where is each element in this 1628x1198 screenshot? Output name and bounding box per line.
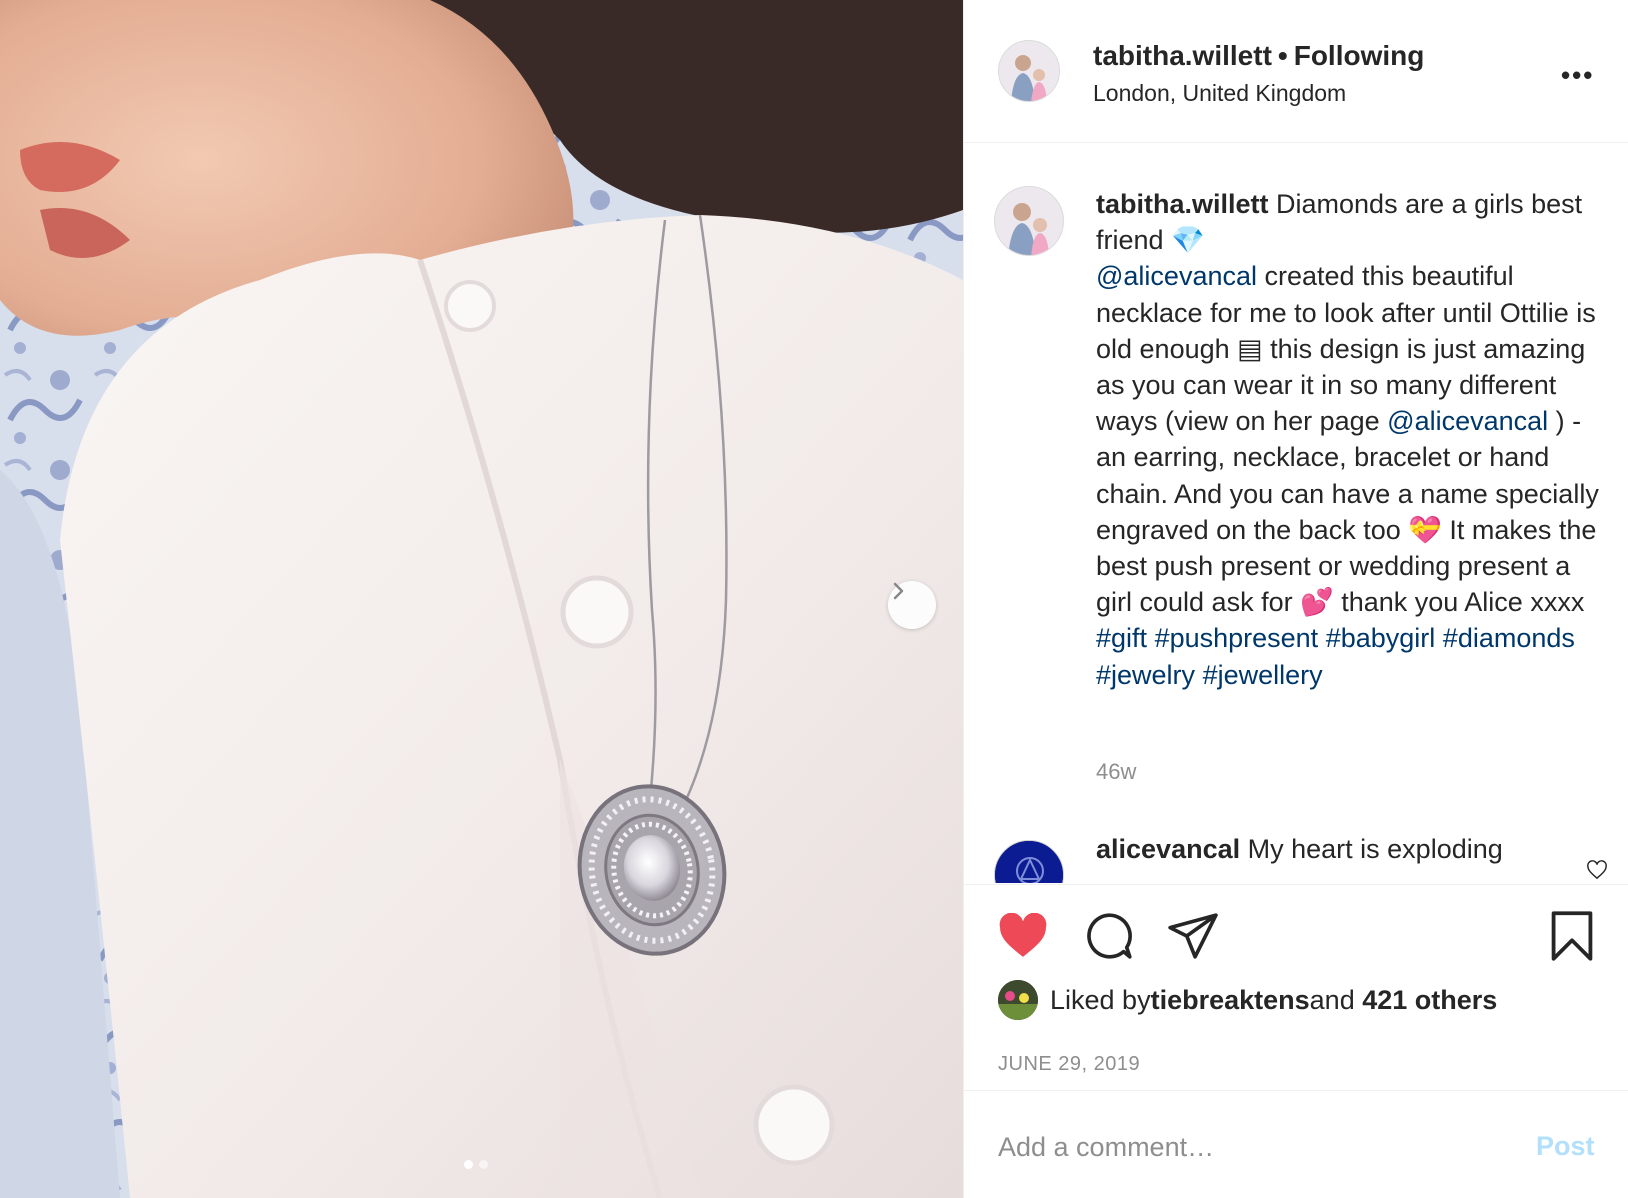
caption-author-avatar[interactable]: [994, 186, 1064, 256]
hashtag-link[interactable]: #diamonds: [1443, 623, 1575, 653]
post-location[interactable]: London, United Kingdom: [1093, 80, 1346, 107]
carousel-dot-active: [464, 1160, 473, 1169]
post-comment-button[interactable]: Post: [1536, 1131, 1595, 1162]
commenter-username[interactable]: alicevancal: [1096, 834, 1240, 864]
next-slide-button[interactable]: [888, 581, 936, 629]
add-comment-bar: Post: [964, 1090, 1628, 1198]
caption-text: ) - an earring, necklace, bracelet or ha…: [1096, 406, 1599, 618]
emoji-glyph: ▤: [1237, 333, 1263, 364]
author-avatar[interactable]: [998, 40, 1060, 102]
separator-bullet: •: [1277, 40, 1288, 71]
hashtag-link[interactable]: #gift: [1096, 623, 1147, 653]
avatar-image: [995, 841, 1063, 883]
avatar-image: [999, 41, 1059, 101]
liker-avatar[interactable]: [998, 980, 1038, 1020]
caption-username[interactable]: tabitha.willett: [1096, 189, 1269, 219]
chevron-right-icon: [893, 582, 904, 600]
post-date[interactable]: JUNE 29, 2019: [998, 1053, 1140, 1076]
post-photo[interactable]: [0, 0, 963, 1198]
baby-necklace-image: [0, 0, 963, 1198]
comment-body: My heart is exploding: [1240, 834, 1503, 864]
hashtag-link[interactable]: #jewellery: [1203, 660, 1323, 690]
post-header: tabitha.willett • Following London, United…: [964, 0, 1628, 143]
likes-middle: and: [1309, 984, 1355, 1015]
hashtag-link[interactable]: #pushpresent: [1155, 623, 1319, 653]
carousel-dot: [479, 1160, 488, 1169]
comment-text: alicevancal My heart is exploding: [1096, 834, 1503, 865]
comment-row: alicevancal My heart is exploding: [964, 828, 1628, 883]
mention-link[interactable]: @alicevancal: [1096, 261, 1257, 291]
comment-like-icon[interactable]: [1586, 860, 1608, 880]
hashtag-link[interactable]: #babygirl: [1326, 623, 1436, 653]
likes-summary: Liked by tiebreaktens and 421 others: [998, 980, 1497, 1020]
comment-icon[interactable]: [1084, 911, 1134, 961]
author-line: tabitha.willett • Following: [1093, 40, 1424, 72]
carousel-dots: [464, 1160, 488, 1169]
bookmark-icon[interactable]: [1550, 910, 1594, 962]
comments-section[interactable]: tabitha.willett Diamonds are a girls bes…: [964, 144, 1628, 883]
post-details-panel: tabitha.willett • Following London, United…: [963, 0, 1628, 1198]
more-options-icon[interactable]: •••: [1561, 60, 1594, 91]
comment-input[interactable]: [998, 1127, 1498, 1167]
liker-username[interactable]: tiebreaktens: [1151, 985, 1310, 1016]
caption-time-ago[interactable]: 46w: [1096, 759, 1136, 785]
avatar-image: [998, 980, 1038, 1020]
author-username[interactable]: tabitha.willett: [1093, 40, 1272, 71]
share-icon[interactable]: [1168, 913, 1218, 959]
likes-prefix: Liked by: [1050, 984, 1151, 1015]
post-actions: Liked by tiebreaktens and 421 others JUN…: [964, 884, 1628, 1089]
heart-filled-icon[interactable]: [998, 913, 1048, 959]
post-caption: tabitha.willett Diamonds are a girls bes…: [1096, 186, 1601, 693]
mention-link[interactable]: @alicevancal: [1387, 406, 1548, 436]
following-button[interactable]: Following: [1294, 40, 1425, 71]
commenter-avatar[interactable]: [994, 840, 1064, 883]
avatar-image: [995, 187, 1063, 255]
hashtag-link[interactable]: #jewelry: [1096, 660, 1195, 690]
likes-others-link[interactable]: 421 others: [1362, 985, 1497, 1016]
